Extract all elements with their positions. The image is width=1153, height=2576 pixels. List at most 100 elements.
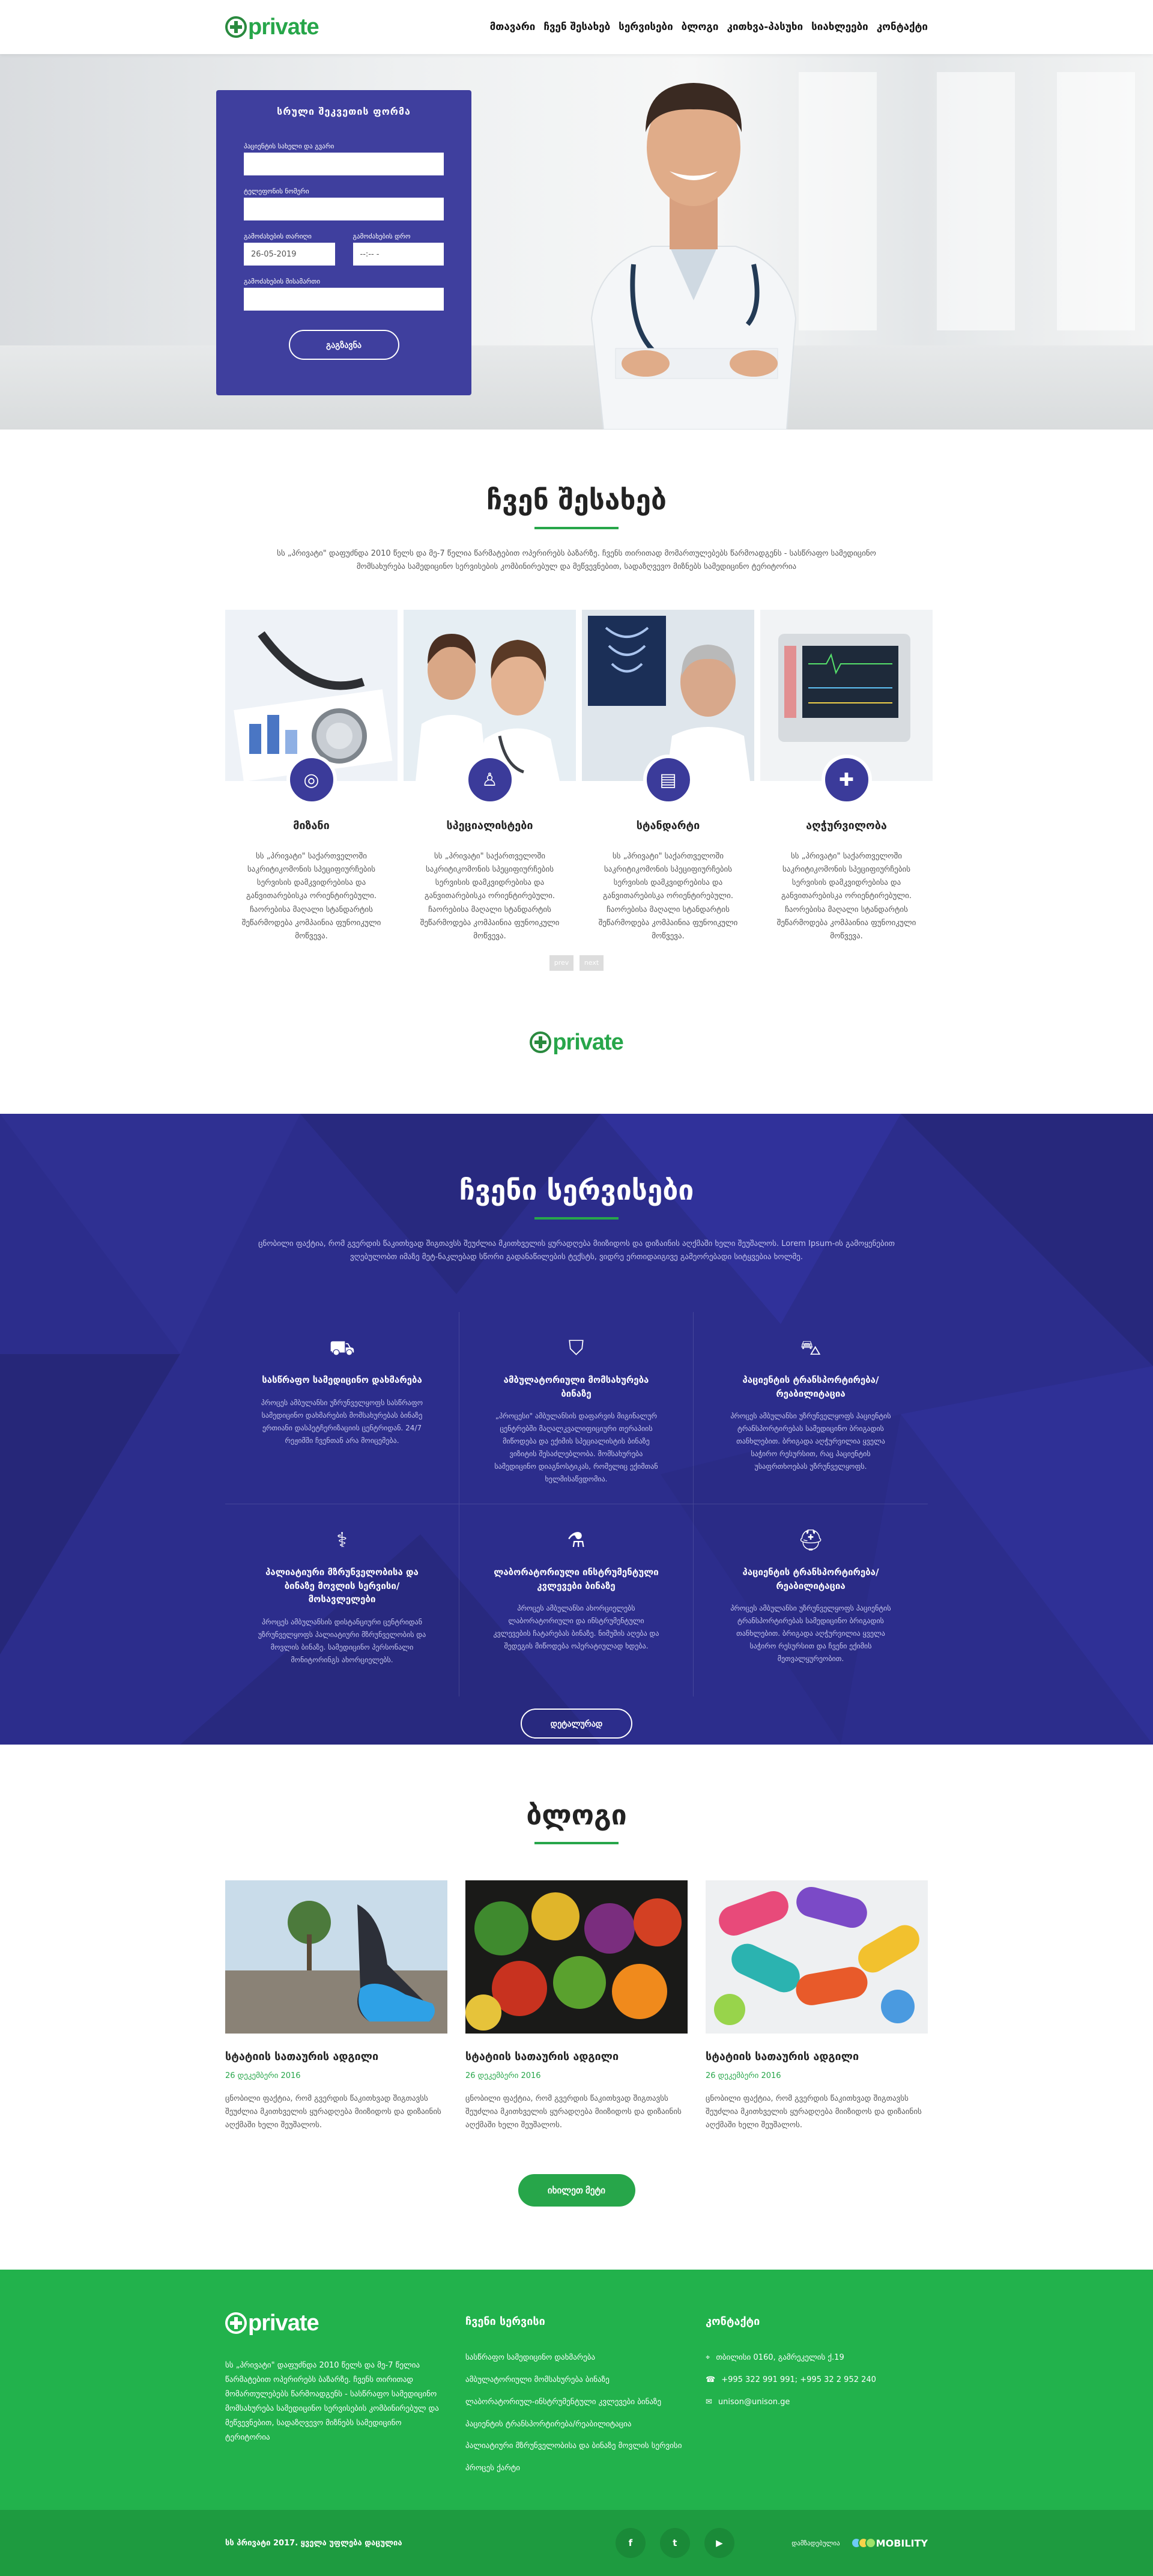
social-links: f t ▶ [615,2528,734,2559]
time-input[interactable] [353,243,444,266]
blog-post[interactable]: სტატიის სათაურის ადგილი 26 დეკემბერი 201… [706,1880,928,2132]
services-grid: ⛟ სასწრაფო სამედიცინო დახმარება პროცეს ა… [225,1312,928,1697]
youtube-icon[interactable]: ▶ [704,2528,734,2559]
doctor-image [590,83,797,430]
address-text: თბილისი 0160, გამრეკელის ქ.19 [716,2353,844,2363]
service-title: ლაბორატორიული ინსტრუმენტული კვლევები ბინ… [494,1567,659,1591]
service-title: სასწრაფო სამედიცინო დახმარება [262,1375,422,1386]
footer-bottom-bar: სს პრივატი 2017. ყველა უფლება დაცულია f … [0,2510,1153,2576]
footer-about: private სს „პრივატი" დაფუძნდა 2010 წელს … [225,2312,447,2510]
footer-services-title: ჩვენი სერვისი [465,2315,545,2328]
logo-text: private [552,1029,624,1055]
vegetables-image [465,1880,688,2034]
phone-input[interactable] [244,198,444,220]
phone-icon: ☎ [706,2375,716,2384]
services-details-button[interactable]: დეტალურად [521,1709,632,1739]
email-text: unison@unison.ge [718,2397,790,2407]
order-form: სრული შეკვეთის ფორმა პაციენტის სახელი და… [216,90,471,395]
contact-address: ⌖ თბილისი 0160, გამრეკელის ქ.19 [706,2352,928,2365]
service-text: პროცეს ამბულანსი ახორციელებს ლაბორატორიუ… [493,1604,659,1651]
developer-name: MOBILITY [876,2537,928,2549]
patient-name-label: პაციენტის სახელი და გვარი [244,142,334,150]
see-more-button[interactable]: იხილეთ მეტი [518,2174,635,2207]
post-title[interactable]: სტატიის სათაურის ადგილი [465,2050,688,2063]
card-title: აღჭურვილობა [806,819,887,833]
post-title[interactable]: სტატიის სათაურის ადგილი [225,2050,447,2063]
mobility-dots-icon [850,2538,876,2549]
address-label: გამოძახების მისამართი [244,278,321,285]
title-underline [534,1841,619,1844]
nav-item-news[interactable]: სიახლეები [811,21,868,33]
time-label: გამოძახების დრო [353,232,411,240]
about-logo: private [225,1031,928,1114]
footer-services: ჩვენი სერვისი სასწრაფო სამედიცინო დახმარ… [465,2312,688,2510]
footer-service-link[interactable]: პაციენტის ტრანსპორტირება/რეაბილიტაცია [465,2419,688,2431]
copyright: სს პრივატი 2017. ყველა უფლება დაცულია [225,2538,402,2548]
blog-post[interactable]: სტატიის სათაურის ადგილი 26 დეკემბერი 201… [225,1880,447,2132]
service-item[interactable]: ⛍ პაციენტის ტრანსპორტირება/რეაბილიტაცია … [694,1312,928,1505]
next-button[interactable]: next [580,955,604,971]
form-title: სრული შეკვეთის ფორმა [277,106,411,117]
about-title: ჩვენ შესახებ [486,484,667,516]
date-input[interactable] [244,243,335,266]
card-title: სტანდარტი [636,819,700,833]
card-text: სს „პრივატი" საქართველოში საკრიტიკომონის… [241,852,381,941]
services-section: ჩვენი სერვისები ცნობილი ფაქტია, რომ გვერ… [0,1113,1153,1745]
background-floor [0,345,1153,430]
post-excerpt: ცნობილი ფაქტია, რომ გვერდის წაკითხვად ში… [706,2094,922,2130]
nav-item-about[interactable]: ჩვენ შესახებ [543,21,610,33]
site-header: private მთავარი ჩვენ შესახებ სერვისები ბ… [0,0,1153,54]
logo-text: private [248,2310,319,2336]
blog-section: ბლოგი სტატიის სათაურის ადგილი 26 დეკემბე… [0,1745,1153,2207]
footer-service-link[interactable]: პროცეს ქარტი [465,2462,688,2475]
carousel-pager: prev next [225,955,928,971]
service-text: პროცეს ამბულანსის დისტანციური ცენტრიდან … [258,1617,426,1664]
service-item[interactable]: ⛉ ამბულატორიული მომსახურება ბინაზე „პროც… [459,1312,694,1505]
footer-service-link[interactable]: ამბულატორიული მომსახურება ბინაზე [465,2374,688,2387]
service-title: ამბულატორიული მომსახურება ბინაზე [503,1375,649,1399]
microscope-icon: ⚗ [567,1528,586,1553]
post-excerpt: ცნობილი ფაქტია, რომ გვერდის წაკითხვად ში… [225,2094,441,2130]
service-item[interactable]: ⛟ სასწრაფო სამედიცინო დახმარება პროცეს ა… [225,1312,459,1505]
date-label: გამოძახების თარიღი [244,232,312,240]
prev-button[interactable]: prev [549,955,573,971]
service-text: „პროცესი" ამბულანსის დაფარვის მიგინალურ … [494,1412,658,1484]
footer-logo[interactable]: private [225,2312,447,2334]
service-item[interactable]: ⛑ პაციენტის ტრანსპორტირება/რეაბილიტაცია … [694,1504,928,1697]
post-excerpt: ცნობილი ფაქტია, რომ გვერდის წაკითხვად ში… [465,2094,682,2130]
nav-item-blog[interactable]: ბლოგი [682,21,719,33]
about-card: ◎ მიზანი სს „პრივატი" საქართველოში საკრი… [225,610,398,943]
address-input[interactable] [244,288,444,311]
nav-item-contact[interactable]: კონტაქტი [877,21,928,33]
service-item[interactable]: ⚗ ლაბორატორიული ინსტრუმენტული კვლევები ბ… [459,1504,694,1697]
footer-service-link[interactable]: ლაბორატორიულ-ინსტრუმენტული კვლევები ბინა… [465,2396,688,2409]
service-item[interactable]: ⚕ პალიატიური მზრუნველობისა და ბინაზე მოვ… [225,1504,459,1697]
nav-item-services[interactable]: სერვისები [619,21,673,33]
service-title: პალიატიური მზრუნველობისა და ბინაზე მოვლი… [265,1567,419,1605]
nav-item-faq[interactable]: კითხვა-პასუხი [727,21,803,33]
mobility-logo[interactable]: MOBILITY [850,2537,928,2549]
about-card: ▤ სტანდარტი სს „პრივატი" საქართველოში სა… [582,610,754,943]
service-title: პაციენტის ტრანსპორტირება/რეაბილიტაცია [742,1375,879,1399]
site-logo[interactable]: private [225,16,319,38]
twitter-icon[interactable]: t [659,2528,690,2559]
phone-text: +995 322 991 991; +995 32 2 952 240 [721,2375,876,2384]
footer-service-link[interactable]: პალიატიური მზრუნველობისა და ბინაზე მოვლი… [465,2440,688,2453]
footer-service-link[interactable]: სასწრაფო სამედიცინო დახმარება [465,2352,688,2365]
about-cards: ◎ მიზანი სს „პრივატი" საქართველოში საკრი… [225,610,933,943]
map-pin-icon: ⌖ [706,2353,710,2363]
post-title[interactable]: სტატიის სათაურის ადგილი [706,2050,928,2063]
hero-banner: სრული შეკვეთის ფორმა პაციენტის სახელი და… [0,54,1153,430]
about-section: ჩვენ შესახებ სს „პრივატი" დაფუძნდა 2010 … [0,430,1153,1114]
contact-email[interactable]: ✉ unison@unison.ge [706,2396,928,2409]
footer-contact: კონტაქტი ⌖ თბილისი 0160, გამრეკელის ქ.19… [706,2312,928,2510]
contact-phone[interactable]: ☎ +995 322 991 991; +995 32 2 952 240 [706,2374,928,2387]
about-card: ✚ აღჭურვილობა სს „პრივატი" საქართველოში … [760,610,933,943]
about-card: ♙ სპეციალისტები სს „პრივატი" საქართველოშ… [404,610,576,943]
phone-label: ტელეფონის ნომერი [244,187,309,195]
facebook-icon[interactable]: f [615,2528,646,2559]
patient-name-input[interactable] [244,153,444,175]
blog-post[interactable]: სტატიის სათაურის ადგილი 26 დეკემბერი 201… [465,1880,688,2132]
nav-item-home[interactable]: მთავარი [490,21,536,33]
submit-button[interactable]: გაგზავნა [288,330,399,360]
